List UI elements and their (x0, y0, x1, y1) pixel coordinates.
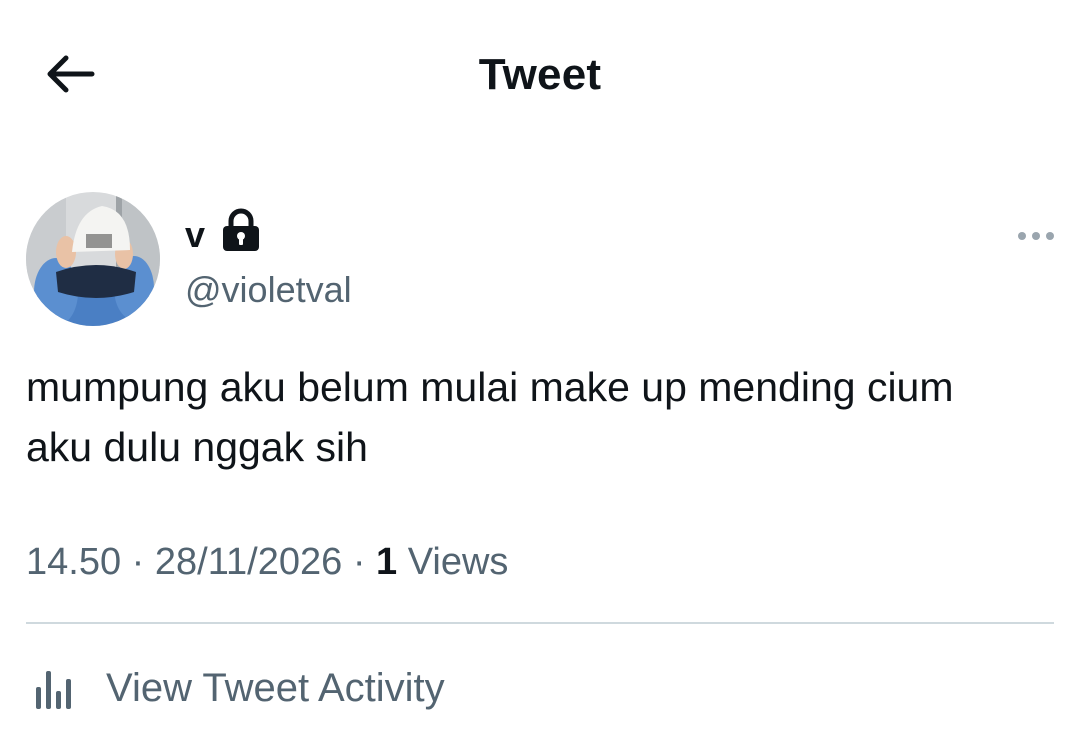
meta-separator: · (352, 541, 366, 583)
meta-separator: · (131, 541, 145, 583)
tweet-date[interactable]: 28/11/2026 (155, 541, 342, 583)
avatar-photo (26, 192, 160, 326)
avatar[interactable] (26, 192, 160, 326)
bar-chart-icon (26, 660, 86, 716)
views-label: Views (407, 541, 509, 583)
top-bar: Tweet (0, 0, 1080, 150)
more-horizontal-icon (1018, 232, 1054, 240)
divider (26, 622, 1054, 624)
activity-label: View Tweet Activity (106, 666, 445, 710)
tweet-text: mumpung aku belum mulai make up mending … (26, 364, 954, 470)
tweet-time[interactable]: 14.50 (26, 541, 121, 583)
view-tweet-activity-button[interactable]: View Tweet Activity (26, 660, 445, 716)
user-handle[interactable]: @violetval (185, 268, 352, 312)
views-count: 1 (376, 541, 398, 583)
display-name[interactable]: v (185, 213, 205, 257)
page-title: Tweet (478, 50, 602, 99)
lock-icon (223, 208, 259, 251)
more-options-button[interactable] (1012, 220, 1060, 252)
tweet-meta: 14.50 · 28/11/2026 · 1 Views (26, 538, 508, 586)
